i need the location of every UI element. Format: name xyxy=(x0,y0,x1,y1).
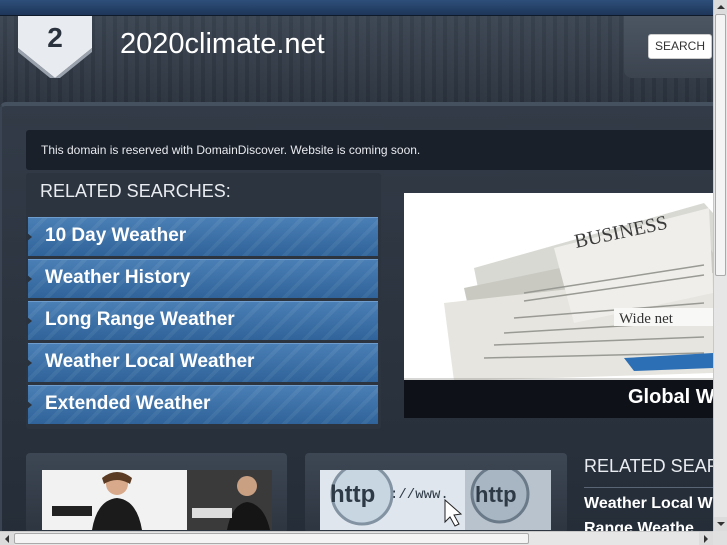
divider xyxy=(584,487,713,488)
horizontal-scroll-thumb[interactable] xyxy=(14,533,529,544)
domain-notice: This domain is reserved with DomainDisco… xyxy=(26,130,716,170)
related-searches-title: RELATED SEARCHES: xyxy=(40,181,231,201)
scroll-down-button[interactable] xyxy=(714,517,727,531)
svg-text:http: http xyxy=(330,481,375,508)
related-search-label: Extended Weather xyxy=(45,393,211,414)
chevron-left-icon xyxy=(5,535,9,543)
top-strip xyxy=(0,0,713,16)
scroll-right-button[interactable] xyxy=(699,532,713,545)
related-search-label: 10 Day Weather xyxy=(45,225,187,246)
related-link[interactable]: Range Weathe xyxy=(584,520,694,531)
svg-text:Wide net: Wide net xyxy=(619,311,674,327)
chevron-down-icon xyxy=(717,522,725,526)
related-searches-title-2: RELATED SEAR xyxy=(584,456,720,476)
arrow-right-icon xyxy=(26,274,32,284)
arrow-right-icon xyxy=(26,358,32,368)
related-search-item[interactable]: Extended Weather xyxy=(26,385,378,424)
http-thumbnail[interactable]: http ://www. http xyxy=(320,470,551,530)
arrow-right-icon xyxy=(26,400,32,410)
arrow-right-icon xyxy=(26,232,32,242)
related-search-label: Weather Local Weather xyxy=(45,351,255,372)
badge-number: 2 xyxy=(47,22,63,53)
related-search-label: Weather History xyxy=(45,267,191,288)
arrow-right-icon xyxy=(26,316,32,326)
hero-caption[interactable]: Global W xyxy=(628,386,715,409)
related-search-item[interactable]: Long Range Weather xyxy=(26,301,378,340)
business-people-image xyxy=(42,470,272,530)
vertical-scroll-thumb[interactable] xyxy=(715,14,726,276)
search-button[interactable]: SEARCH xyxy=(648,34,712,59)
related-link[interactable]: Weather Local W xyxy=(584,495,713,513)
svg-text:://www.: ://www. xyxy=(390,487,449,503)
scrollbar-corner xyxy=(713,531,727,545)
business-people-thumbnail[interactable] xyxy=(42,470,272,530)
related-search-item[interactable]: Weather Local Weather xyxy=(26,343,378,382)
svg-text:http: http xyxy=(475,482,517,507)
chevron-right-icon xyxy=(704,535,708,543)
related-search-item[interactable]: Weather History xyxy=(26,259,378,298)
scroll-left-button[interactable] xyxy=(0,532,14,545)
horizontal-scrollbar[interactable] xyxy=(0,531,713,545)
related-search-label: Long Range Weather xyxy=(45,309,235,330)
vertical-scrollbar[interactable] xyxy=(713,0,727,531)
site-title[interactable]: 2020climate.net xyxy=(120,28,325,61)
related-search-item[interactable]: 10 Day Weather xyxy=(26,217,378,256)
scroll-up-button[interactable] xyxy=(714,0,727,14)
http-magnifier-image: http ://www. http xyxy=(320,470,551,530)
number-badge: 2 xyxy=(18,16,92,78)
chevron-up-icon xyxy=(717,5,725,9)
header xyxy=(0,16,713,106)
